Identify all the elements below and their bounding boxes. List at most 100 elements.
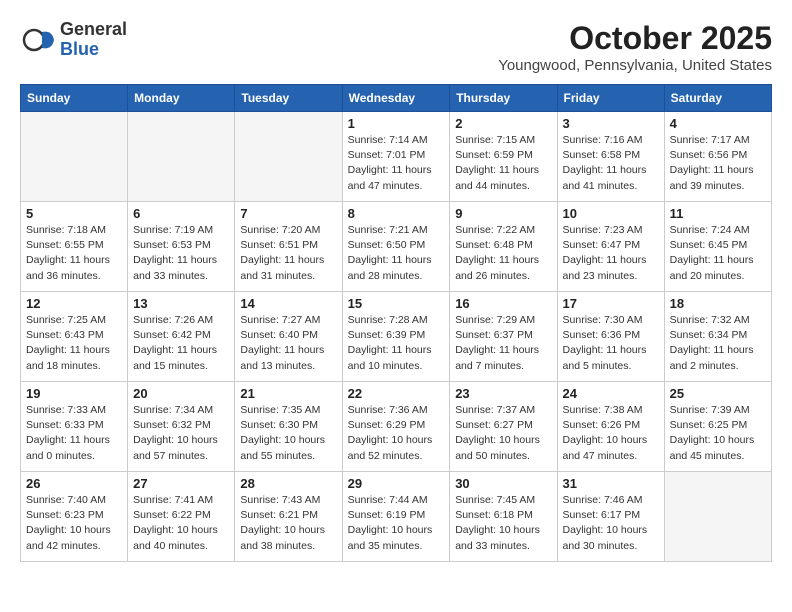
day-info: Sunrise: 7:27 AM Sunset: 6:40 PM Dayligh… [240,313,336,374]
location-title: Youngwood, Pennsylvania, United States [498,57,772,74]
day-number: 13 [133,296,229,311]
day-number: 25 [670,386,766,401]
day-number: 12 [26,296,122,311]
day-number: 16 [455,296,551,311]
day-number: 6 [133,206,229,221]
calendar-header-thursday: Thursday [450,85,557,112]
day-number: 30 [455,476,551,491]
day-number: 3 [563,116,659,131]
calendar-header-saturday: Saturday [664,85,771,112]
day-number: 8 [348,206,445,221]
calendar-day-cell [664,472,771,562]
day-info: Sunrise: 7:39 AM Sunset: 6:25 PM Dayligh… [670,403,766,464]
calendar-day-cell: 6 Sunrise: 7:19 AM Sunset: 6:53 PM Daylig… [128,202,235,292]
calendar-day-cell: 3 Sunrise: 7:16 AM Sunset: 6:58 PM Daylig… [557,112,664,202]
calendar-header-tuesday: Tuesday [235,85,342,112]
calendar-header-row: SundayMondayTuesdayWednesdayThursdayFrid… [21,85,772,112]
day-info: Sunrise: 7:36 AM Sunset: 6:29 PM Dayligh… [348,403,445,464]
calendar-header-sunday: Sunday [21,85,128,112]
calendar-day-cell: 20Sunrise: 7:34 AM Sunset: 6:32 PM Dayli… [128,382,235,472]
page-header: General Blue October 2025 Youngwood, Pen… [20,20,772,74]
title-block: October 2025 Youngwood, Pennsylvania, Un… [498,20,772,74]
day-info: Sunrise: 7:16 AM Sunset: 6:58 PM Dayligh… [563,133,659,194]
calendar-day-cell [128,112,235,202]
calendar-day-cell: 2Sunrise: 7:15 AM Sunset: 6:59 PM Daylig… [450,112,557,202]
calendar-week-row: 26 Sunrise: 7:40 AM Sunset: 6:23 PM Dayli… [21,472,772,562]
day-number: 28 [240,476,336,491]
day-number: 24 [563,386,659,401]
calendar-day-cell: 5Sunrise: 7:18 AM Sunset: 6:55 PM Daylig… [21,202,128,292]
day-number: 2 [455,116,551,131]
month-title: October 2025 [498,20,772,57]
calendar-day-cell: 14 Sunrise: 7:27 AM Sunset: 6:40 PM Dayli… [235,292,342,382]
calendar-week-row: 1Sunrise: 7:14 AM Sunset: 7:01 PM Daylig… [21,112,772,202]
day-number: 15 [348,296,445,311]
day-info: Sunrise: 7:46 AM Sunset: 6:17 PM Dayligh… [563,493,659,554]
calendar-day-cell: 16 Sunrise: 7:29 AM Sunset: 6:37 PM Dayli… [450,292,557,382]
calendar-day-cell [21,112,128,202]
day-info: Sunrise: 7:22 AM Sunset: 6:48 PM Dayligh… [455,223,551,284]
day-info: Sunrise: 7:45 AM Sunset: 6:18 PM Dayligh… [455,493,551,554]
day-number: 20 [133,386,229,401]
day-number: 5 [26,206,122,221]
calendar-table: SundayMondayTuesdayWednesdayThursdayFrid… [20,84,772,562]
day-info: Sunrise: 7:23 AM Sunset: 6:47 PM Dayligh… [563,223,659,284]
day-number: 27 [133,476,229,491]
day-info: Sunrise: 7:28 AM Sunset: 6:39 PM Dayligh… [348,313,445,374]
day-number: 11 [670,206,766,221]
logo-text: General Blue [60,20,127,60]
calendar-day-cell: 26 Sunrise: 7:40 AM Sunset: 6:23 PM Dayli… [21,472,128,562]
calendar-day-cell: 17 Sunrise: 7:30 AM Sunset: 6:36 PM Dayli… [557,292,664,382]
day-number: 17 [563,296,659,311]
day-number: 7 [240,206,336,221]
calendar-day-cell: 19 Sunrise: 7:33 AM Sunset: 6:33 PM Dayli… [21,382,128,472]
calendar-day-cell: 29 Sunrise: 7:44 AM Sunset: 6:19 PM Dayli… [342,472,450,562]
calendar-day-cell: 22Sunrise: 7:36 AM Sunset: 6:29 PM Dayli… [342,382,450,472]
day-number: 26 [26,476,122,491]
day-info: Sunrise: 7:19 AM Sunset: 6:53 PM Dayligh… [133,223,229,284]
day-number: 19 [26,386,122,401]
day-info: Sunrise: 7:43 AM Sunset: 6:21 PM Dayligh… [240,493,336,554]
day-info: Sunrise: 7:21 AM Sunset: 6:50 PM Dayligh… [348,223,445,284]
day-number: 31 [563,476,659,491]
calendar-day-cell: 21Sunrise: 7:35 AM Sunset: 6:30 PM Dayli… [235,382,342,472]
day-number: 29 [348,476,445,491]
calendar-day-cell: 13 Sunrise: 7:26 AM Sunset: 6:42 PM Dayli… [128,292,235,382]
calendar-day-cell: 18Sunrise: 7:32 AM Sunset: 6:34 PM Dayli… [664,292,771,382]
calendar-day-cell: 23Sunrise: 7:37 AM Sunset: 6:27 PM Dayli… [450,382,557,472]
day-info: Sunrise: 7:30 AM Sunset: 6:36 PM Dayligh… [563,313,659,374]
day-info: Sunrise: 7:33 AM Sunset: 6:33 PM Dayligh… [26,403,122,464]
calendar-day-cell: 31 Sunrise: 7:46 AM Sunset: 6:17 PM Dayli… [557,472,664,562]
calendar-header-friday: Friday [557,85,664,112]
calendar-day-cell: 9Sunrise: 7:22 AM Sunset: 6:48 PM Daylig… [450,202,557,292]
day-number: 23 [455,386,551,401]
calendar-day-cell: 25 Sunrise: 7:39 AM Sunset: 6:25 PM Dayli… [664,382,771,472]
logo-icon [20,22,56,58]
calendar-day-cell: 10Sunrise: 7:23 AM Sunset: 6:47 PM Dayli… [557,202,664,292]
logo-general-label: General [60,20,127,40]
day-number: 21 [240,386,336,401]
day-info: Sunrise: 7:41 AM Sunset: 6:22 PM Dayligh… [133,493,229,554]
day-info: Sunrise: 7:24 AM Sunset: 6:45 PM Dayligh… [670,223,766,284]
day-info: Sunrise: 7:17 AM Sunset: 6:56 PM Dayligh… [670,133,766,194]
day-info: Sunrise: 7:25 AM Sunset: 6:43 PM Dayligh… [26,313,122,374]
day-info: Sunrise: 7:40 AM Sunset: 6:23 PM Dayligh… [26,493,122,554]
calendar-day-cell: 1Sunrise: 7:14 AM Sunset: 7:01 PM Daylig… [342,112,450,202]
calendar-week-row: 5Sunrise: 7:18 AM Sunset: 6:55 PM Daylig… [21,202,772,292]
calendar-day-cell: 15 Sunrise: 7:28 AM Sunset: 6:39 PM Dayli… [342,292,450,382]
day-info: Sunrise: 7:20 AM Sunset: 6:51 PM Dayligh… [240,223,336,284]
calendar-week-row: 19 Sunrise: 7:33 AM Sunset: 6:33 PM Dayli… [21,382,772,472]
calendar-day-cell: 8 Sunrise: 7:21 AM Sunset: 6:50 PM Daylig… [342,202,450,292]
calendar-day-cell: 4Sunrise: 7:17 AM Sunset: 6:56 PM Daylig… [664,112,771,202]
day-info: Sunrise: 7:44 AM Sunset: 6:19 PM Dayligh… [348,493,445,554]
day-info: Sunrise: 7:26 AM Sunset: 6:42 PM Dayligh… [133,313,229,374]
calendar-day-cell: 30 Sunrise: 7:45 AM Sunset: 6:18 PM Dayli… [450,472,557,562]
calendar-day-cell: 24Sunrise: 7:38 AM Sunset: 6:26 PM Dayli… [557,382,664,472]
day-info: Sunrise: 7:29 AM Sunset: 6:37 PM Dayligh… [455,313,551,374]
day-number: 14 [240,296,336,311]
calendar-week-row: 12 Sunrise: 7:25 AM Sunset: 6:43 PM Dayli… [21,292,772,382]
calendar-day-cell: 12 Sunrise: 7:25 AM Sunset: 6:43 PM Dayli… [21,292,128,382]
calendar-day-cell [235,112,342,202]
calendar-day-cell: 7 Sunrise: 7:20 AM Sunset: 6:51 PM Daylig… [235,202,342,292]
calendar-day-cell: 27 Sunrise: 7:41 AM Sunset: 6:22 PM Dayli… [128,472,235,562]
